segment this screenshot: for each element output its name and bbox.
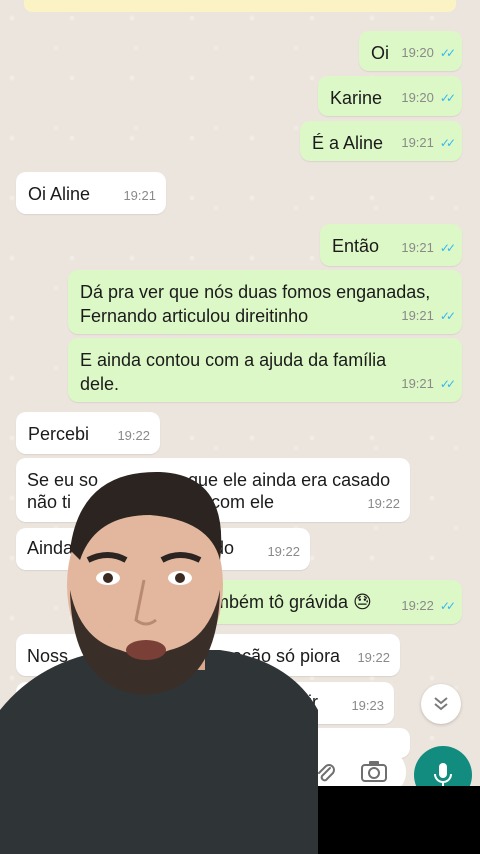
message-meta: 19:22: [357, 646, 390, 670]
read-ticks-icon: ✓✓: [439, 91, 456, 105]
system-notice-bubble: [24, 0, 456, 12]
chat-background: Oi 19:20 ✓✓ Karine 19:20 ✓✓ É a Aline 19:2…: [0, 0, 480, 854]
message-time: 19:21: [401, 308, 434, 323]
message-bubble[interactable]: Dá pra ver que nós duas fomos enganadas,…: [68, 270, 462, 334]
message-bubble[interactable]: Percebi 19:22: [16, 412, 160, 454]
read-ticks-icon: ✓✓: [439, 241, 456, 255]
message-time: 19:21: [401, 376, 434, 391]
scroll-down-button[interactable]: [421, 684, 461, 724]
read-ticks-icon: ✓✓: [439, 599, 456, 613]
message-bubble[interactable]: Oi Aline 19:21: [16, 172, 166, 214]
message-bubble[interactable]: Oi 19:20 ✓✓: [359, 31, 462, 71]
message-time: 19:22: [401, 598, 434, 613]
message-meta: 19:22 ✓✓: [401, 594, 456, 618]
camera-icon[interactable]: [360, 760, 388, 782]
message-meta: 19:23: [351, 694, 384, 718]
message-text: Fernando articulou direitinho: [80, 306, 309, 326]
read-ticks-icon: ✓✓: [439, 309, 456, 323]
message-meta: 19:21 ✓✓: [401, 304, 456, 328]
chevron-double-down-icon: [434, 697, 448, 711]
message-bubble[interactable]: Então 19:21 ✓✓: [320, 224, 462, 266]
message-time: 19:21: [401, 135, 434, 150]
message-bubble[interactable]: E ainda contou com a ajuda da família de…: [68, 338, 462, 402]
message-text: Dá pra ver que nós duas fomos enganadas,: [80, 282, 431, 302]
message-bubble[interactable]: Karine 19:20 ✓✓: [318, 76, 462, 116]
message-meta: 19:20 ✓✓: [401, 41, 456, 65]
message-time: 19:23: [351, 698, 384, 713]
message-time: 19:20: [401, 90, 434, 105]
message-text: dele.: [80, 374, 120, 394]
message-text: E ainda contou com a ajuda da família: [80, 350, 387, 370]
message-bubble[interactable]: É a Aline 19:21 ✓✓: [300, 121, 462, 161]
message-meta: 19:21 ✓✓: [401, 131, 456, 155]
message-meta: 19:22: [367, 492, 400, 516]
message-time: 19:21: [123, 188, 156, 203]
read-ticks-icon: ✓✓: [439, 46, 456, 60]
read-ticks-icon: ✓✓: [439, 377, 456, 391]
message-time: 19:20: [401, 45, 434, 60]
message-time: 19:22: [367, 496, 400, 511]
message-meta: 19:21: [123, 184, 156, 208]
message-time: 19:22: [117, 428, 150, 443]
message-meta: 19:22: [117, 424, 150, 448]
message-time: 19:21: [401, 240, 434, 255]
message-meta: 19:20 ✓✓: [401, 86, 456, 110]
message-meta: 19:21 ✓✓: [401, 372, 456, 396]
person-video-overlay: [0, 471, 318, 854]
message-meta: 19:21 ✓✓: [401, 236, 456, 260]
message-time: 19:22: [357, 650, 390, 665]
video-overlay-black-area: [314, 786, 480, 854]
read-ticks-icon: ✓✓: [439, 136, 456, 150]
microphone-icon: [434, 763, 452, 787]
